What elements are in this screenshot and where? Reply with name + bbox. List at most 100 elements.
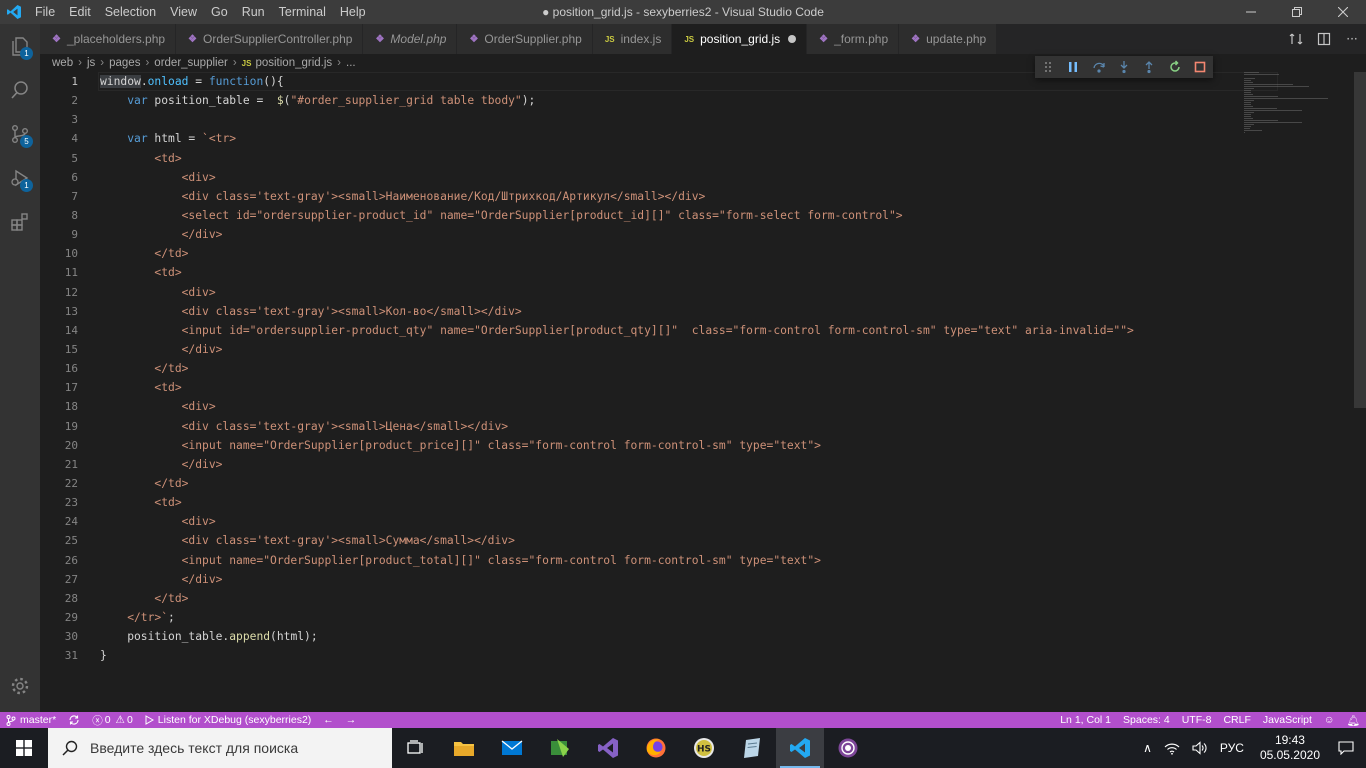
code-line[interactable]: <td> xyxy=(100,378,1240,397)
line-number[interactable]: 13 xyxy=(40,302,82,321)
code-line[interactable]: } xyxy=(100,646,1240,665)
close-button[interactable] xyxy=(1320,0,1366,24)
input-language[interactable]: РУС xyxy=(1214,741,1250,755)
line-number[interactable]: 6 xyxy=(40,168,82,187)
code-line[interactable]: <div> xyxy=(100,168,1240,187)
line-number[interactable]: 14 xyxy=(40,321,82,340)
step-over-button[interactable] xyxy=(1086,56,1111,78)
tab-ordersuppliercontroller[interactable]: ❖ OrderSupplierController.php xyxy=(176,24,364,54)
breadcrumb-item[interactable]: pages xyxy=(109,57,140,69)
restore-button[interactable] xyxy=(1274,0,1320,24)
code-line[interactable] xyxy=(100,110,1240,129)
code-line[interactable]: var html = `<tr> xyxy=(100,129,1240,148)
extensions-button[interactable] xyxy=(0,200,40,244)
code-editor[interactable]: 1 2 3 4 5 6 7 8 9 10 11 12 13 14 15 16 17 18 19 20 21 22 23 24 2… xyxy=(40,72,1366,712)
step-into-button[interactable] xyxy=(1111,56,1136,78)
task-view-button[interactable] xyxy=(392,728,440,768)
tab-form[interactable]: ❖ _form.php xyxy=(807,24,900,54)
line-number[interactable]: 18 xyxy=(40,397,82,416)
code-line[interactable]: <input name="OrderSupplier[product_price… xyxy=(100,436,1240,455)
code-line[interactable]: </div> xyxy=(100,570,1240,589)
indentation-status[interactable]: Spaces: 4 xyxy=(1117,714,1176,726)
line-number[interactable]: 28 xyxy=(40,589,82,608)
action-center-button[interactable] xyxy=(1330,741,1366,755)
menu-help[interactable]: Help xyxy=(333,5,373,19)
menu-selection[interactable]: Selection xyxy=(98,5,163,19)
code-line[interactable]: <div class='text-gray'><small>Цена</smal… xyxy=(100,417,1240,436)
tab-update[interactable]: ❖ update.php xyxy=(899,24,998,54)
menu-edit[interactable]: Edit xyxy=(62,5,98,19)
tab-position-grid-js[interactable]: JS position_grid.js xyxy=(672,24,808,54)
code-line[interactable]: <div class='text-gray'><small>Кол-во</sm… xyxy=(100,302,1240,321)
minimap[interactable] xyxy=(1244,72,1354,142)
line-number[interactable]: 2 xyxy=(40,91,82,110)
vscode-app[interactable] xyxy=(776,728,824,768)
run-debug-button[interactable]: 1 xyxy=(0,156,40,200)
line-number[interactable]: 19 xyxy=(40,417,82,436)
manage-button[interactable] xyxy=(0,666,40,706)
taskbar-search-box[interactable]: Введите здесь текст для поиска xyxy=(48,728,392,768)
line-number[interactable]: 7 xyxy=(40,187,82,206)
code-line[interactable]: var position_table = $("#order_supplier_… xyxy=(100,91,1240,110)
tab-placeholders[interactable]: ❖ _placeholders.php xyxy=(40,24,177,54)
line-number[interactable]: 1 xyxy=(40,72,82,91)
nav-forward-button[interactable]: → xyxy=(340,714,363,726)
breadcrumb-item[interactable]: order_supplier xyxy=(154,57,228,69)
code-line[interactable]: <div> xyxy=(100,397,1240,416)
line-number[interactable]: 27 xyxy=(40,570,82,589)
line-number[interactable]: 29 xyxy=(40,608,82,627)
code-line[interactable]: </td> xyxy=(100,244,1240,263)
line-number[interactable]: 22 xyxy=(40,474,82,493)
sketch-app[interactable] xyxy=(536,728,584,768)
code-line[interactable]: </td> xyxy=(100,589,1240,608)
breadcrumb-item[interactable]: web xyxy=(52,57,73,69)
menu-terminal[interactable]: Terminal xyxy=(272,5,333,19)
search-button[interactable] xyxy=(0,68,40,112)
menu-file[interactable]: File xyxy=(28,5,62,19)
source-control-button[interactable]: 5 xyxy=(0,112,40,156)
code-line[interactable]: <div class='text-gray'><small>Наименован… xyxy=(100,187,1240,206)
vertical-scrollbar[interactable] xyxy=(1354,72,1366,408)
mail-app[interactable] xyxy=(488,728,536,768)
restart-button[interactable] xyxy=(1162,56,1187,78)
code-line[interactable]: <div> xyxy=(100,283,1240,302)
tor-browser-app[interactable] xyxy=(824,728,872,768)
line-number[interactable]: 31 xyxy=(40,646,82,665)
language-mode[interactable]: JavaScript xyxy=(1257,714,1318,726)
line-number[interactable]: 21 xyxy=(40,455,82,474)
tab-index-js[interactable]: JS index.js xyxy=(592,24,673,54)
line-number[interactable]: 4 xyxy=(40,129,82,148)
eol-status[interactable]: CRLF xyxy=(1217,714,1256,726)
code-line[interactable]: </div> xyxy=(100,455,1240,474)
code-line[interactable]: </tr>`; xyxy=(100,608,1240,627)
line-number[interactable]: 5 xyxy=(40,149,82,168)
line-number[interactable]: 11 xyxy=(40,263,82,282)
code-line[interactable]: <input name="OrderSupplier[product_total… xyxy=(100,551,1240,570)
volume-button[interactable] xyxy=(1186,741,1214,755)
stop-button[interactable] xyxy=(1188,56,1213,78)
line-number[interactable]: 12 xyxy=(40,283,82,302)
code-content[interactable]: window.onload = function(){ var position… xyxy=(100,72,1240,665)
code-line[interactable]: <select id="ordersupplier-product_id" na… xyxy=(100,206,1240,225)
tab-model[interactable]: ❖ Model.php xyxy=(363,24,458,54)
line-number[interactable]: 16 xyxy=(40,359,82,378)
nav-back-button[interactable]: ← xyxy=(317,714,340,726)
line-number[interactable]: 17 xyxy=(40,378,82,397)
code-line[interactable]: </div> xyxy=(100,340,1240,359)
visual-studio-app[interactable] xyxy=(584,728,632,768)
line-number[interactable]: 3 xyxy=(40,110,82,129)
network-button[interactable] xyxy=(1158,741,1186,755)
code-line[interactable]: </td> xyxy=(100,359,1240,378)
unsaved-dot-icon[interactable] xyxy=(788,35,797,43)
pause-button[interactable] xyxy=(1060,56,1085,78)
code-line[interactable]: </div> xyxy=(100,225,1240,244)
menu-view[interactable]: View xyxy=(163,5,204,19)
breadcrumb-item[interactable]: position_grid.js xyxy=(255,57,332,69)
step-out-button[interactable] xyxy=(1137,56,1162,78)
feedback-button[interactable]: ☺ xyxy=(1318,714,1341,726)
branch-status[interactable]: master* xyxy=(0,714,62,726)
line-number[interactable]: 26 xyxy=(40,551,82,570)
line-number[interactable]: 20 xyxy=(40,436,82,455)
notifications-button[interactable]: 🔔︎ xyxy=(1341,714,1366,727)
line-number[interactable]: 23 xyxy=(40,493,82,512)
